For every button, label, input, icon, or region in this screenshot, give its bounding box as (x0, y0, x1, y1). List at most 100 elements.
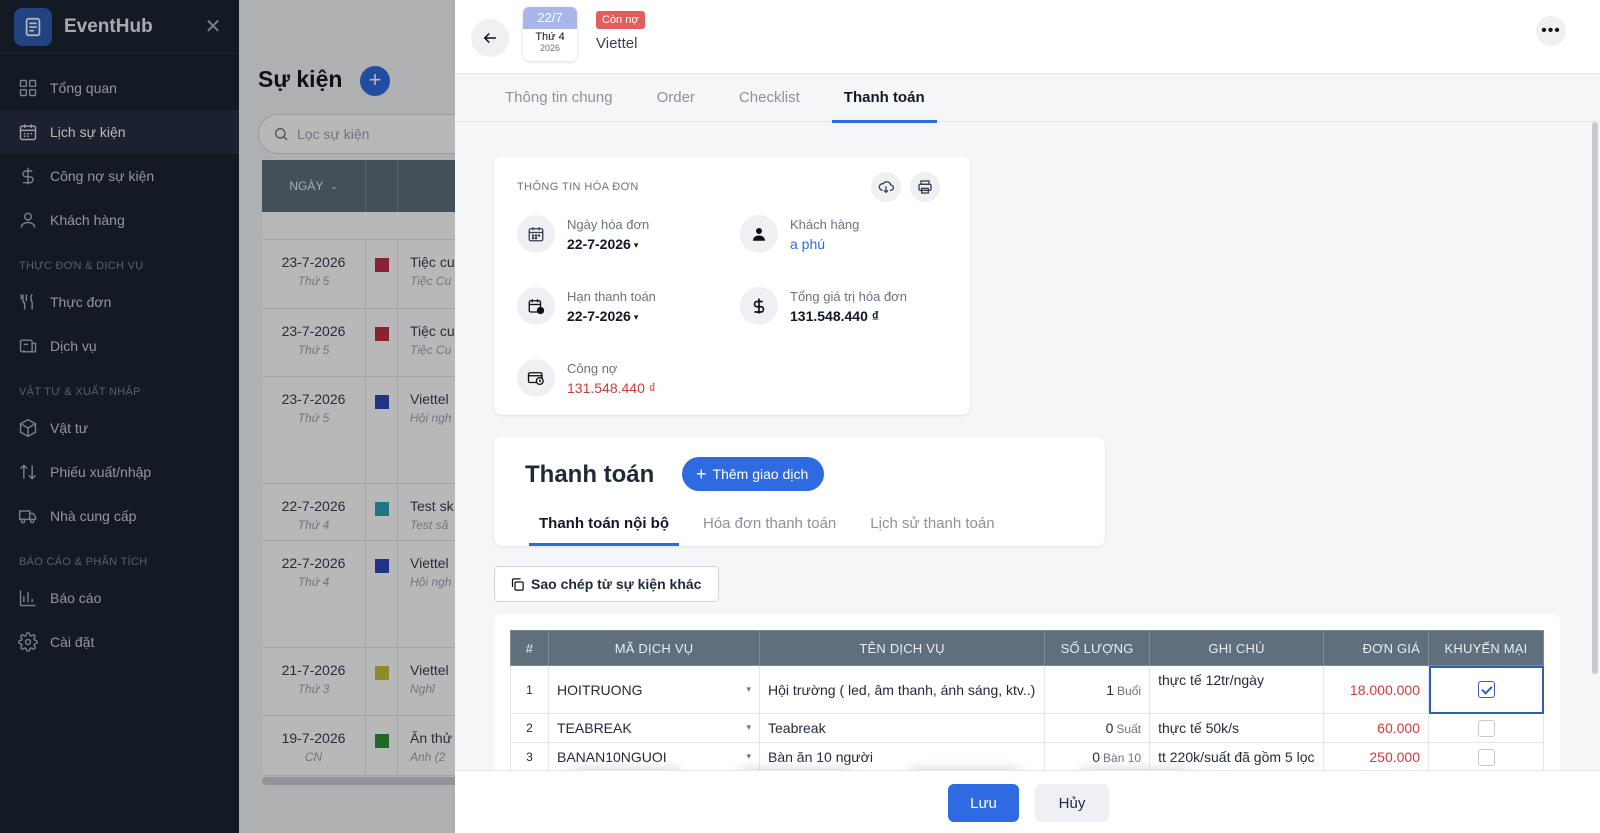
cancel-button[interactable]: Hủy (1035, 784, 1109, 822)
unit-price-input[interactable]: 60.000 (1323, 713, 1429, 743)
vertical-scrollbar[interactable] (1592, 122, 1598, 674)
caret-down-icon: ▾ (633, 239, 639, 250)
customer-label: Khách hàng (790, 217, 860, 232)
event-date-year: 2026 (539, 43, 561, 53)
total-label: Tổng giá trị hóa đơn (790, 289, 907, 304)
print-invoice-button[interactable] (910, 172, 940, 202)
drawer-footer: Lưu Hủy (455, 770, 1600, 833)
event-date-weekday: Thứ 4 (535, 31, 565, 43)
more-options-button[interactable]: ••• (1536, 16, 1566, 46)
promotion-checkbox[interactable] (1477, 719, 1495, 737)
back-button[interactable] (471, 19, 509, 57)
note-input[interactable]: thực tế 12tr/ngày (1149, 665, 1324, 714)
promotion-checkbox[interactable] (1477, 681, 1495, 699)
event-date-card: 22/7 Thứ 4 2026 (523, 7, 577, 61)
services-table: # MÃ DỊCH VỤ TÊN DỊCH VỤ SỐ LƯỢNG GHI CH… (510, 630, 1544, 772)
printer-icon (918, 180, 932, 194)
ellipsis-icon: ••• (1541, 22, 1561, 39)
debt-field: Công nợ 131.548.440 ₫ (517, 359, 656, 397)
promotion-cell (1428, 713, 1544, 743)
total-field: Tổng giá trị hóa đơn 131.548.440 ₫ (740, 287, 907, 325)
table-row: 1 HOITRUONG ▾ Hội trường ( led, âm thanh,… (510, 665, 1544, 714)
payment-card: Thanh toán + Thêm giao dịch Thanh toán n… (494, 437, 1105, 546)
save-button[interactable]: Lưu (948, 784, 1019, 822)
quantity-unit: Suất (1116, 722, 1142, 736)
note-input[interactable]: thực tế 50k/s (1149, 713, 1324, 743)
invoice-date-label: Ngày hóa đơn (567, 217, 650, 232)
quantity-value: 1 (1106, 681, 1115, 698)
debt-label: Công nợ (567, 361, 618, 376)
tab-general-info[interactable]: Thông tin chung (493, 74, 625, 122)
drawer-tabs: Thông tin chung Order Checklist Thanh to… (455, 74, 1600, 123)
tab-payment-invoice[interactable]: Hóa đơn thanh toán (693, 509, 846, 546)
arrow-left-icon (483, 32, 496, 44)
calendar-clock-icon (517, 287, 555, 325)
add-transaction-button[interactable]: + Thêm giao dịch (682, 457, 825, 491)
column-index: # (510, 630, 549, 666)
column-note: GHI CHÚ (1149, 630, 1324, 666)
modal-overlay[interactable] (0, 0, 455, 833)
wallet-clock-icon (517, 359, 555, 397)
event-title: Viettel (596, 35, 638, 52)
caret-down-icon: ▾ (746, 751, 751, 761)
tab-payment[interactable]: Thanh toán (831, 74, 937, 123)
copy-icon (511, 577, 524, 591)
due-date-picker[interactable]: 22-7-2026 ▾ (567, 308, 656, 324)
table-row: 2 TEABREAK ▾ Teabreak 0 Suất thực tế 50k/s… (510, 713, 1544, 743)
tab-order[interactable]: Order (645, 74, 707, 122)
tab-checklist[interactable]: Checklist (727, 74, 812, 122)
tab-payment-history[interactable]: Lịch sử thanh toán (860, 509, 1004, 546)
total-value: 131.548.440 ₫ (790, 308, 879, 324)
due-date-field: Hạn thanh toán 22-7-2026 ▾ (517, 287, 656, 325)
promotion-cell (1428, 665, 1544, 714)
copy-from-event-label: Sao chép từ sự kiện khác (531, 576, 702, 592)
column-service-name: TÊN DỊCH VỤ (758, 630, 1046, 666)
row-index: 1 (510, 665, 549, 714)
drawer-header: 22/7 Thứ 4 2026 Còn nợ Viettel ••• (455, 0, 1600, 74)
column-quantity: SỐ LƯỢNG (1044, 630, 1151, 666)
event-date-day: 22/7 (523, 7, 577, 29)
invoice-info-card: THÔNG TIN HÓA ĐƠN Ngày hóa đơn 22-7-2026… (494, 157, 970, 415)
invoice-date-value: 22-7-2026 (567, 236, 631, 252)
due-date-label: Hạn thanh toán (567, 289, 656, 304)
column-service-code: MÃ DỊCH VỤ (548, 630, 760, 666)
services-table-card: # MÃ DỊCH VỤ TÊN DỊCH VỤ SỐ LƯỢNG GHI CH… (494, 614, 1560, 784)
payment-subtabs: Thanh toán nội bộ Hóa đơn thanh toán Lịc… (529, 509, 1019, 546)
quantity-input[interactable]: 1 Buổi (1044, 665, 1151, 714)
row-index: 2 (510, 713, 549, 743)
calendar-icon (517, 215, 555, 253)
service-code-select[interactable]: TEABREAK ▾ (548, 713, 760, 743)
service-name-input[interactable]: Hội trường ( led, âm thanh, ánh sáng, kt… (758, 665, 1046, 714)
invoice-section-title: THÔNG TIN HÓA ĐƠN (517, 181, 639, 193)
service-code-value: TEABREAK (557, 720, 632, 736)
column-promotion: KHUYẾN MẠI (1428, 630, 1544, 666)
customer-field: Khách hàng a phú (740, 215, 859, 253)
customer-link[interactable]: a phú (790, 236, 859, 252)
dollar-icon (740, 287, 778, 325)
service-name-input[interactable]: Teabreak (758, 713, 1046, 743)
quantity-input[interactable]: 0 Suất (1044, 713, 1151, 743)
caret-down-icon: ▾ (633, 311, 639, 322)
payment-title: Thanh toán (525, 461, 655, 488)
unit-price-input[interactable]: 18.000.000 (1323, 665, 1429, 714)
tab-internal-payment[interactable]: Thanh toán nội bộ (529, 509, 679, 546)
cloud-download-icon (878, 181, 894, 194)
user-icon (740, 215, 778, 253)
quantity-value: 0 (1105, 720, 1114, 736)
plus-icon: + (696, 464, 707, 484)
service-code-value: HOITRUONG (557, 681, 643, 698)
due-date-value: 22-7-2026 (567, 308, 631, 324)
add-transaction-label: Thêm giao dịch (712, 466, 809, 482)
event-drawer: 22/7 Thứ 4 2026 Còn nợ Viettel ••• Thông… (455, 0, 1600, 833)
service-code-select[interactable]: HOITRUONG ▾ (548, 665, 760, 714)
invoice-date-picker[interactable]: 22-7-2026 ▾ (567, 236, 649, 252)
status-badge: Còn nợ (596, 11, 645, 29)
copy-from-event-button[interactable]: Sao chép từ sự kiện khác (494, 566, 720, 602)
services-table-header: # MÃ DỊCH VỤ TÊN DỊCH VỤ SỐ LƯỢNG GHI CH… (510, 630, 1544, 666)
download-invoice-button[interactable] (871, 172, 901, 202)
invoice-date-field: Ngày hóa đơn 22-7-2026 ▾ (517, 215, 649, 253)
quantity-unit: Buổi (1117, 683, 1142, 698)
caret-down-icon: ▾ (746, 722, 751, 732)
column-unit-price: ĐƠN GIÁ (1323, 630, 1429, 666)
debt-value: 131.548.440 ₫ (567, 380, 656, 396)
